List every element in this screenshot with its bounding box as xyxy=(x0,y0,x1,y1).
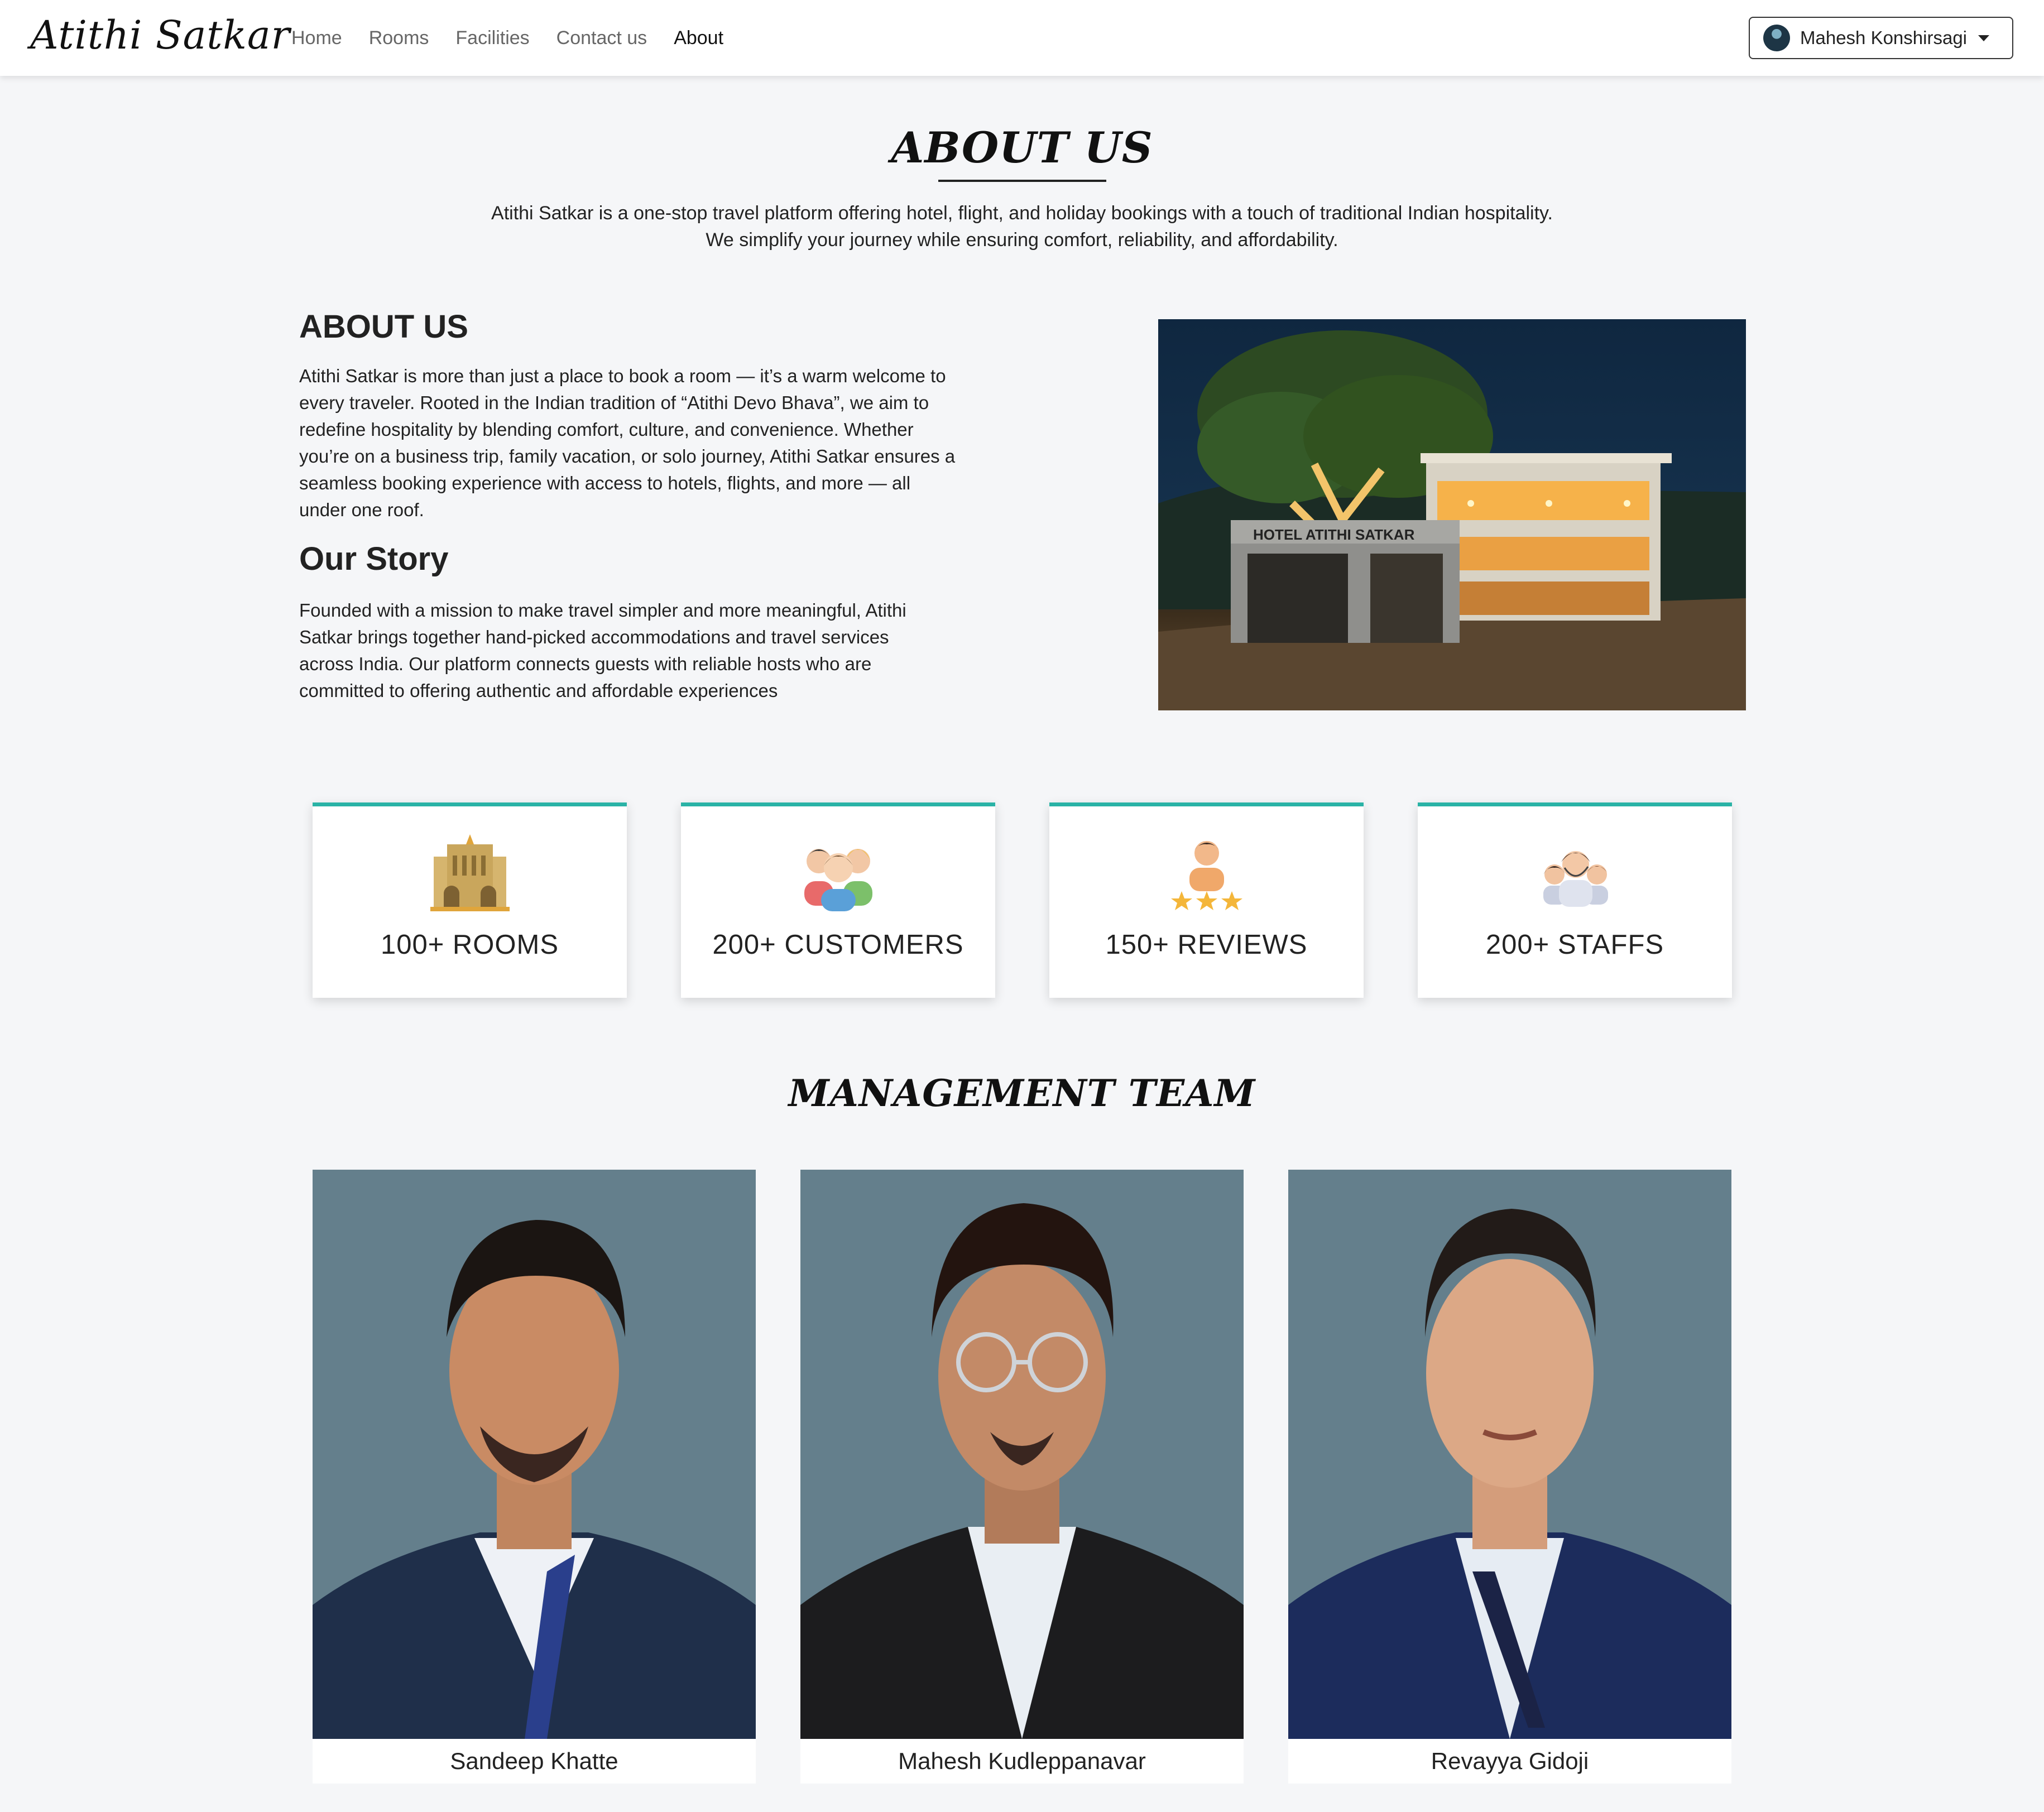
about-heading: ABOUT US xyxy=(299,309,468,345)
nav-link-about[interactable]: About xyxy=(674,25,723,51)
about-line: Atithi Satkar is more than just a place … xyxy=(299,366,946,386)
about-line: seamless booking experience with access … xyxy=(299,473,911,493)
stat-card-reviews: 150+ REVIEWS xyxy=(1049,802,1364,998)
nav-link-rooms[interactable]: Rooms xyxy=(369,25,429,51)
story-line: Founded with a mission to make travel si… xyxy=(299,600,906,621)
story-line: across India. Our platform connects gues… xyxy=(299,653,872,674)
member-photo xyxy=(800,1170,1244,1739)
staff-team-icon xyxy=(1543,851,1608,907)
team-member-card: Mahesh Kudleppanavar xyxy=(800,1170,1244,1784)
stat-card-staffs: 200+ STAFFS xyxy=(1418,802,1732,998)
story-line: committed to offering authentic and affo… xyxy=(299,680,778,701)
person-portrait-icon xyxy=(1288,1209,1731,1739)
stat-card-customers: 200+ CUSTOMERS xyxy=(681,802,995,998)
about-line: every traveler. Rooted in the Indian tra… xyxy=(299,392,929,413)
story-line: Satkar brings together hand-picked accom… xyxy=(299,627,889,647)
about-line: under one roof. xyxy=(299,499,424,520)
person-portrait-icon xyxy=(313,1220,756,1739)
intro-text: Atithi Satkar is a one-stop travel platf… xyxy=(0,200,2044,253)
about-line: redefine hospitality by blending comfort… xyxy=(299,419,914,440)
nav-links: Home Rooms Facilities Contact us About xyxy=(291,25,750,51)
member-name: Revayya Gidoji xyxy=(1288,1739,1731,1784)
stat-label: 150+ REVIEWS xyxy=(1105,930,1308,960)
stat-card-rooms: 100+ ROOMS xyxy=(313,802,627,998)
page-title: ABOUT US xyxy=(891,123,1153,172)
hotel-illustration: HOTEL ATITHI SATKAR xyxy=(1158,330,1746,710)
team-member-card: Revayya Gidoji xyxy=(1288,1170,1731,1784)
nav-link-contact[interactable]: Contact us xyxy=(556,25,647,51)
top-navbar: Atithi Satkar Home Rooms Facilities Cont… xyxy=(0,0,2044,76)
about-line: you’re on a business trip, family vacati… xyxy=(299,446,956,467)
story-heading: Our Story xyxy=(299,541,449,577)
stat-label: 200+ CUSTOMERS xyxy=(712,930,964,960)
brand-logo[interactable]: Atithi Satkar xyxy=(30,12,290,58)
user-menu-button[interactable]: Mahesh Konshirsagi xyxy=(1749,17,2013,59)
member-name: Mahesh Kudleppanavar xyxy=(800,1739,1244,1784)
nav-link-facilities[interactable]: Facilities xyxy=(455,25,529,51)
team-member-card: Sandeep Khatte xyxy=(313,1170,756,1784)
member-photo xyxy=(1288,1170,1731,1739)
stat-label: 200+ STAFFS xyxy=(1485,930,1664,960)
customers-group-icon xyxy=(804,849,872,911)
about-paragraph: Atithi Satkar is more than just a place … xyxy=(299,363,1025,523)
person-portrait-icon xyxy=(800,1203,1244,1739)
title-underline xyxy=(938,180,1106,182)
hotel-photo: HOTEL ATITHI SATKAR xyxy=(1158,319,1746,710)
story-paragraph: Founded with a mission to make travel si… xyxy=(299,597,1025,704)
member-photo xyxy=(313,1170,756,1739)
caret-down-icon xyxy=(1978,35,1989,41)
user-name: Mahesh Konshirsagi xyxy=(1800,27,1967,48)
nav-link-home[interactable]: Home xyxy=(291,25,342,51)
hotel-building-icon xyxy=(430,834,510,911)
member-name: Sandeep Khatte xyxy=(313,1739,756,1784)
reviews-stars-icon xyxy=(1171,841,1242,910)
stat-label: 100+ ROOMS xyxy=(380,930,559,960)
intro-line: We simplify your journey while ensuring … xyxy=(706,229,1338,251)
intro-line: Atithi Satkar is a one-stop travel platf… xyxy=(491,203,1553,224)
hotel-sign: HOTEL ATITHI SATKAR xyxy=(1253,526,1415,543)
avatar xyxy=(1763,25,1790,51)
team-title: MANAGEMENT TEAM xyxy=(788,1071,1256,1115)
